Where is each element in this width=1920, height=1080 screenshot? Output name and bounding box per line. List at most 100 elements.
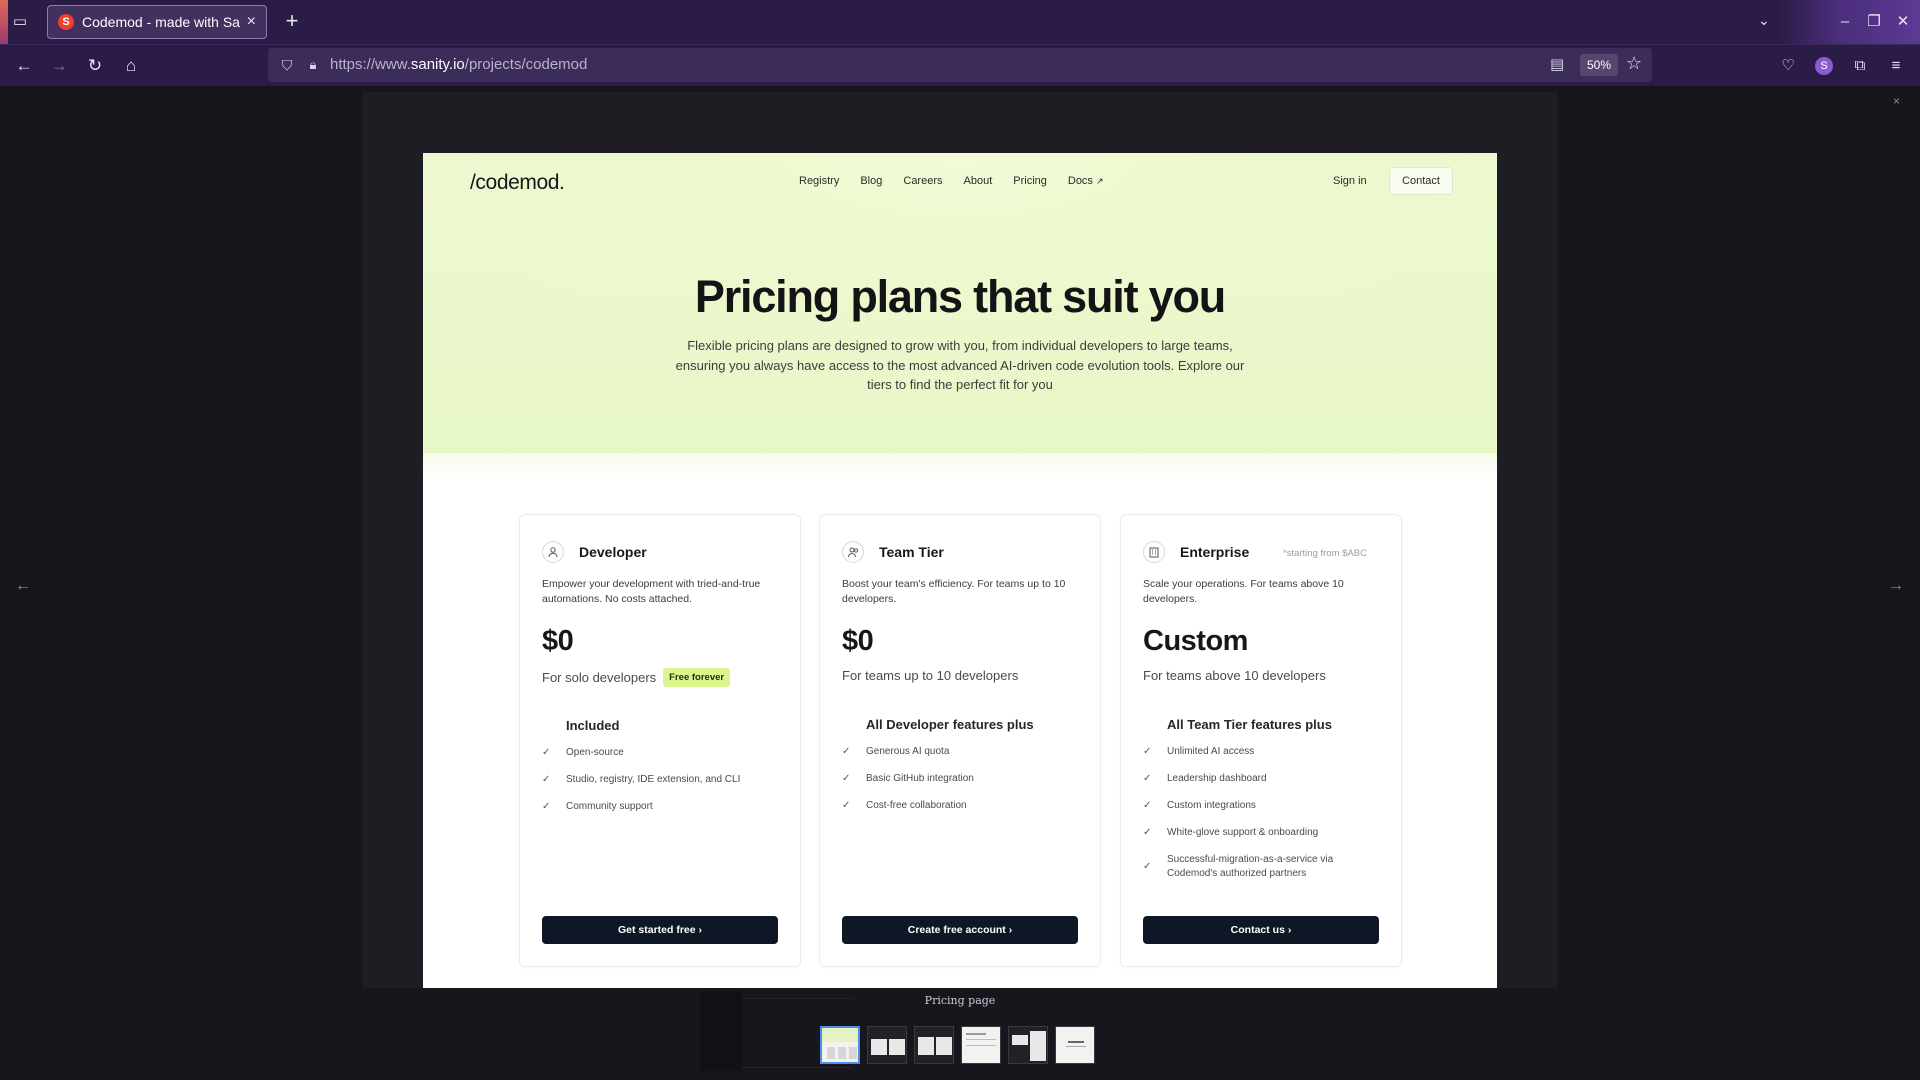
list-item: ✓ Generous AI quota: [842, 745, 1087, 759]
next-image-icon[interactable]: →: [1884, 574, 1908, 598]
close-window-icon[interactable]: ✕: [1891, 10, 1915, 34]
back-icon[interactable]: ←: [12, 54, 36, 78]
check-icon: ✓: [1143, 800, 1152, 811]
building-icon: [1143, 541, 1165, 563]
tabbar-accent: [0, 0, 8, 44]
feature-text: Successful-migration-as-a-service via Co…: [1167, 854, 1334, 879]
sign-in-link[interactable]: Sign in: [1333, 175, 1367, 187]
extensions-icon[interactable]: ⧉: [1848, 54, 1872, 78]
contact-us-button[interactable]: Contact us ›: [1143, 916, 1379, 944]
feature-text: Cost-free collaboration: [866, 800, 967, 811]
home-icon[interactable]: ⌂: [119, 54, 143, 78]
thumbnail[interactable]: [961, 1026, 1001, 1064]
thumbnail[interactable]: [1055, 1026, 1095, 1064]
plan-audience-text: For teams up to 10 developers: [842, 668, 1019, 683]
thumbnail[interactable]: [820, 1026, 860, 1064]
nav-careers[interactable]: Careers: [903, 175, 942, 187]
sanity-favicon-icon: S: [58, 14, 74, 30]
minimize-icon[interactable]: –: [1833, 10, 1857, 34]
list-item: ✓ Cost-free collaboration: [842, 799, 1087, 813]
list-item: ✓ Unlimited AI access: [1143, 745, 1388, 759]
feature-text: Basic GitHub integration: [866, 773, 974, 784]
check-icon: ✓: [842, 800, 851, 811]
plan-description: Boost your team's efficiency. For teams …: [842, 578, 1066, 605]
features-title: All Team Tier features plus: [1167, 717, 1332, 732]
forward-icon[interactable]: →: [47, 54, 71, 78]
check-icon: ✓: [842, 773, 851, 784]
reload-icon[interactable]: ↻: [83, 54, 107, 78]
nav-blog[interactable]: Blog: [860, 175, 882, 187]
url-bar[interactable]: ⛉ 🔒︎ https://www.sanity.io/projects/code…: [268, 48, 1652, 82]
menu-icon[interactable]: ≡: [1884, 54, 1908, 78]
plan-price: $0: [842, 625, 874, 657]
new-tab-button[interactable]: +: [280, 10, 304, 34]
features-title: Included: [566, 718, 620, 733]
create-free-account-button[interactable]: Create free account ›: [842, 916, 1078, 944]
plan-description: Scale your operations. For teams above 1…: [1143, 578, 1344, 605]
team-icon: [842, 541, 864, 563]
url-text[interactable]: https://www.sanity.io/projects/codemod: [330, 56, 587, 73]
list-item: ✓ Community support: [542, 800, 787, 814]
feature-text: Studio, registry, IDE extension, and CLI: [566, 774, 741, 785]
plan-name: Developer: [579, 544, 647, 560]
url-scheme: https://www.: [330, 56, 411, 73]
tracking-protection-shield-icon[interactable]: ⛉: [278, 55, 296, 75]
nav-about[interactable]: About: [964, 175, 993, 187]
plan-name: Enterprise: [1180, 544, 1250, 560]
feature-text: Unlimited AI access: [1167, 746, 1255, 757]
zoom-level-badge[interactable]: 50%: [1580, 54, 1619, 76]
feature-list: ✓ Generous AI quota ✓ Basic GitHub integra…: [842, 745, 1087, 826]
thumbnail[interactable]: [914, 1026, 954, 1064]
plan-price-note: *starting from $ABC: [1283, 548, 1367, 559]
tab-bar: ▭ S Codemod - made with Sanity × + ⌄ – ❐…: [0, 0, 1920, 44]
restore-icon[interactable]: ❐: [1862, 10, 1886, 34]
check-icon: ✓: [842, 746, 851, 757]
site-nav: Registry Blog Careers About Pricing Docs…: [799, 175, 1103, 187]
external-link-icon: ↗: [1095, 176, 1104, 186]
codemod-logo[interactable]: /codemod.: [470, 171, 565, 195]
image-viewer: × ← → /codemod. Registry Blog Careers Ab…: [0, 86, 1920, 1080]
check-icon: ✓: [1143, 827, 1152, 838]
nav-pricing[interactable]: Pricing: [1013, 175, 1047, 187]
check-icon: ✓: [542, 801, 551, 812]
plan-audience: For teams above 10 developers: [1143, 668, 1326, 683]
plan-card-team-tier: Team Tier Boost your team's efficiency. …: [819, 514, 1101, 967]
previous-image-icon[interactable]: ←: [11, 574, 35, 598]
viewer-close-icon[interactable]: ×: [1893, 94, 1900, 108]
profile-avatar[interactable]: S: [1812, 54, 1836, 78]
url-host: sanity.io: [410, 56, 465, 73]
plan-price: Custom: [1143, 625, 1248, 657]
list-item: ✓ Leadership dashboard: [1143, 772, 1388, 786]
tab-close-icon[interactable]: ×: [247, 13, 256, 31]
contact-button[interactable]: Contact: [1389, 167, 1453, 195]
feature-text: Generous AI quota: [866, 746, 950, 757]
hero-fade: [423, 453, 1497, 483]
nav-registry[interactable]: Registry: [799, 175, 839, 187]
bookmark-star-icon[interactable]: ☆: [1626, 53, 1642, 74]
feature-text: Custom integrations: [1167, 800, 1256, 811]
nav-docs[interactable]: Docs ↗: [1068, 175, 1104, 187]
plan-card-enterprise: Enterprise *starting from $ABC Scale you…: [1120, 514, 1402, 967]
list-item: ✓ Open-source: [542, 746, 787, 760]
image-caption: Pricing page: [924, 994, 996, 1007]
plan-header: Developer: [542, 541, 647, 563]
lock-icon[interactable]: 🔒︎: [304, 55, 322, 75]
check-icon: ✓: [542, 774, 551, 785]
tab-list-icon[interactable]: ▭: [10, 12, 30, 32]
get-started-free-button[interactable]: Get started free ›: [542, 916, 778, 944]
reader-view-icon[interactable]: ▤: [1550, 55, 1564, 73]
feature-text: Leadership dashboard: [1167, 773, 1267, 784]
list-item: ✓ Studio, registry, IDE extension, and CL…: [542, 773, 787, 787]
list-item: ✓ Custom integrations: [1143, 799, 1388, 813]
user-icon: [542, 541, 564, 563]
feature-text: Open-source: [566, 747, 624, 758]
thumbnail[interactable]: [1008, 1026, 1048, 1064]
thumbnail[interactable]: [867, 1026, 907, 1064]
nav-docs-label: Docs: [1067, 175, 1093, 187]
tab-codemod[interactable]: S Codemod - made with Sanity ×: [47, 5, 267, 39]
plan-audience-text: For teams above 10 developers: [1143, 668, 1326, 683]
plan-price: $0: [542, 625, 574, 657]
list-all-tabs-icon[interactable]: ⌄: [1758, 12, 1770, 29]
pocket-icon[interactable]: ♡: [1776, 54, 1800, 78]
url-path: /projects/codemod: [464, 56, 588, 73]
